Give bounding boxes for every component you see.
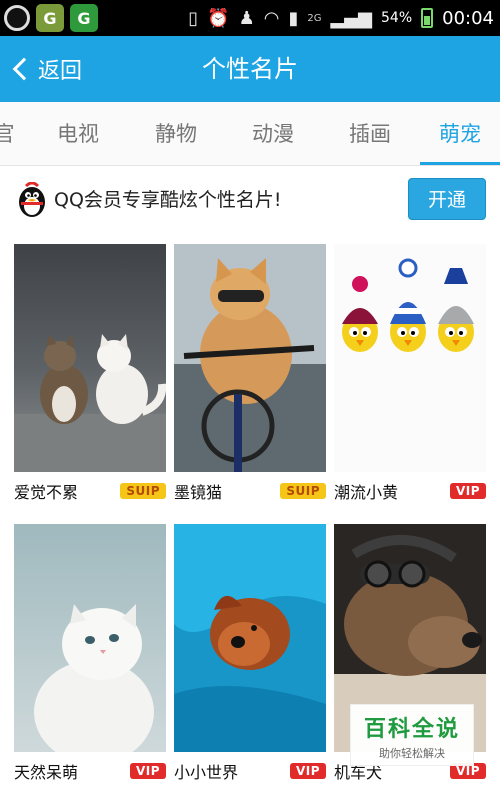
vip-badge: VIP [129,763,166,779]
alarm-icon: ⏰ [207,7,230,29]
tab-illustration[interactable]: 插画 [338,102,402,165]
back-button[interactable]: 返回 [8,36,82,102]
vip-badge: VIP [289,763,326,779]
card-thumbnail[interactable] [334,244,486,472]
watermark: 百科全说 助你轻松解决 [350,704,474,766]
music-notification-icon [4,5,30,31]
app-notification-icon: G [36,4,64,32]
card-item[interactable]: 小小世界 VIP [174,524,326,790]
watermark-subtitle: 助你轻松解决 [379,747,445,760]
clock: 00:04 [442,7,494,29]
promo-text: QQ会员专享酷炫个性名片! [54,189,282,211]
card-item[interactable]: 爱觉不累 SUIP [14,244,166,510]
card-caption: 小小世界 [174,763,239,782]
tab-anime[interactable]: 动漫 [241,102,305,165]
card-thumbnail[interactable] [174,524,326,752]
card-thumbnail[interactable] [14,524,166,752]
contacts-icon: ♟ [238,7,255,29]
sunglasses-cat-image [174,244,326,472]
vip-badge: VIP [449,483,486,499]
battery-percent: 54% [381,10,413,26]
suip-badge: SUIP [280,483,326,499]
signal-type: 2G [307,12,322,24]
qq-penguin-icon [19,182,45,217]
card-item[interactable]: 墨镜猫 SUIP [174,244,326,510]
puppy-in-blanket-image [174,524,326,752]
signal-icon: ▂▄▆ [330,7,372,29]
tab-pets[interactable]: 萌宠 [420,102,500,165]
tab-guan[interactable]: 官 [0,102,22,165]
back-label: 返回 [38,59,83,84]
tab-tv[interactable]: 电视 [46,102,110,165]
vibrate-icon: ▯ [188,7,199,29]
tab-still-life[interactable]: 静物 [144,102,208,165]
chevron-left-icon [12,57,36,81]
open-vip-button[interactable]: 开通 [408,178,486,220]
white-persian-cat-image [14,524,166,752]
status-bar: G G ▯ ⏰ ♟ ◠ ▮ 2G ▂▄▆ 54% 00:04 [0,0,500,36]
suip-badge: SUIP [120,483,166,499]
card-item[interactable]: 潮流小黄 VIP [334,244,486,510]
yellow-chicks-image [334,244,486,472]
card-item[interactable]: 天然呆萌 VIP [14,524,166,790]
card-caption: 天然呆萌 [14,763,79,782]
app-notification-icon-2: G [70,4,98,32]
watermark-title: 百科全说 [363,717,460,742]
card-thumbnail[interactable] [174,244,326,472]
sim-icon: ▮ [288,7,299,29]
card-caption: 潮流小黄 [334,483,399,502]
card-caption: 爱觉不累 [14,483,79,502]
title-bar: 返回 个性名片 [0,36,500,102]
battery-icon [421,8,434,28]
card-thumbnail[interactable] [14,244,166,472]
category-tabs: 官 电视 静物 动漫 插画 萌宠 [0,102,500,166]
card-caption: 墨镜猫 [174,483,223,502]
two-cats-image [14,244,166,472]
wifi-icon: ◠ [263,7,280,29]
